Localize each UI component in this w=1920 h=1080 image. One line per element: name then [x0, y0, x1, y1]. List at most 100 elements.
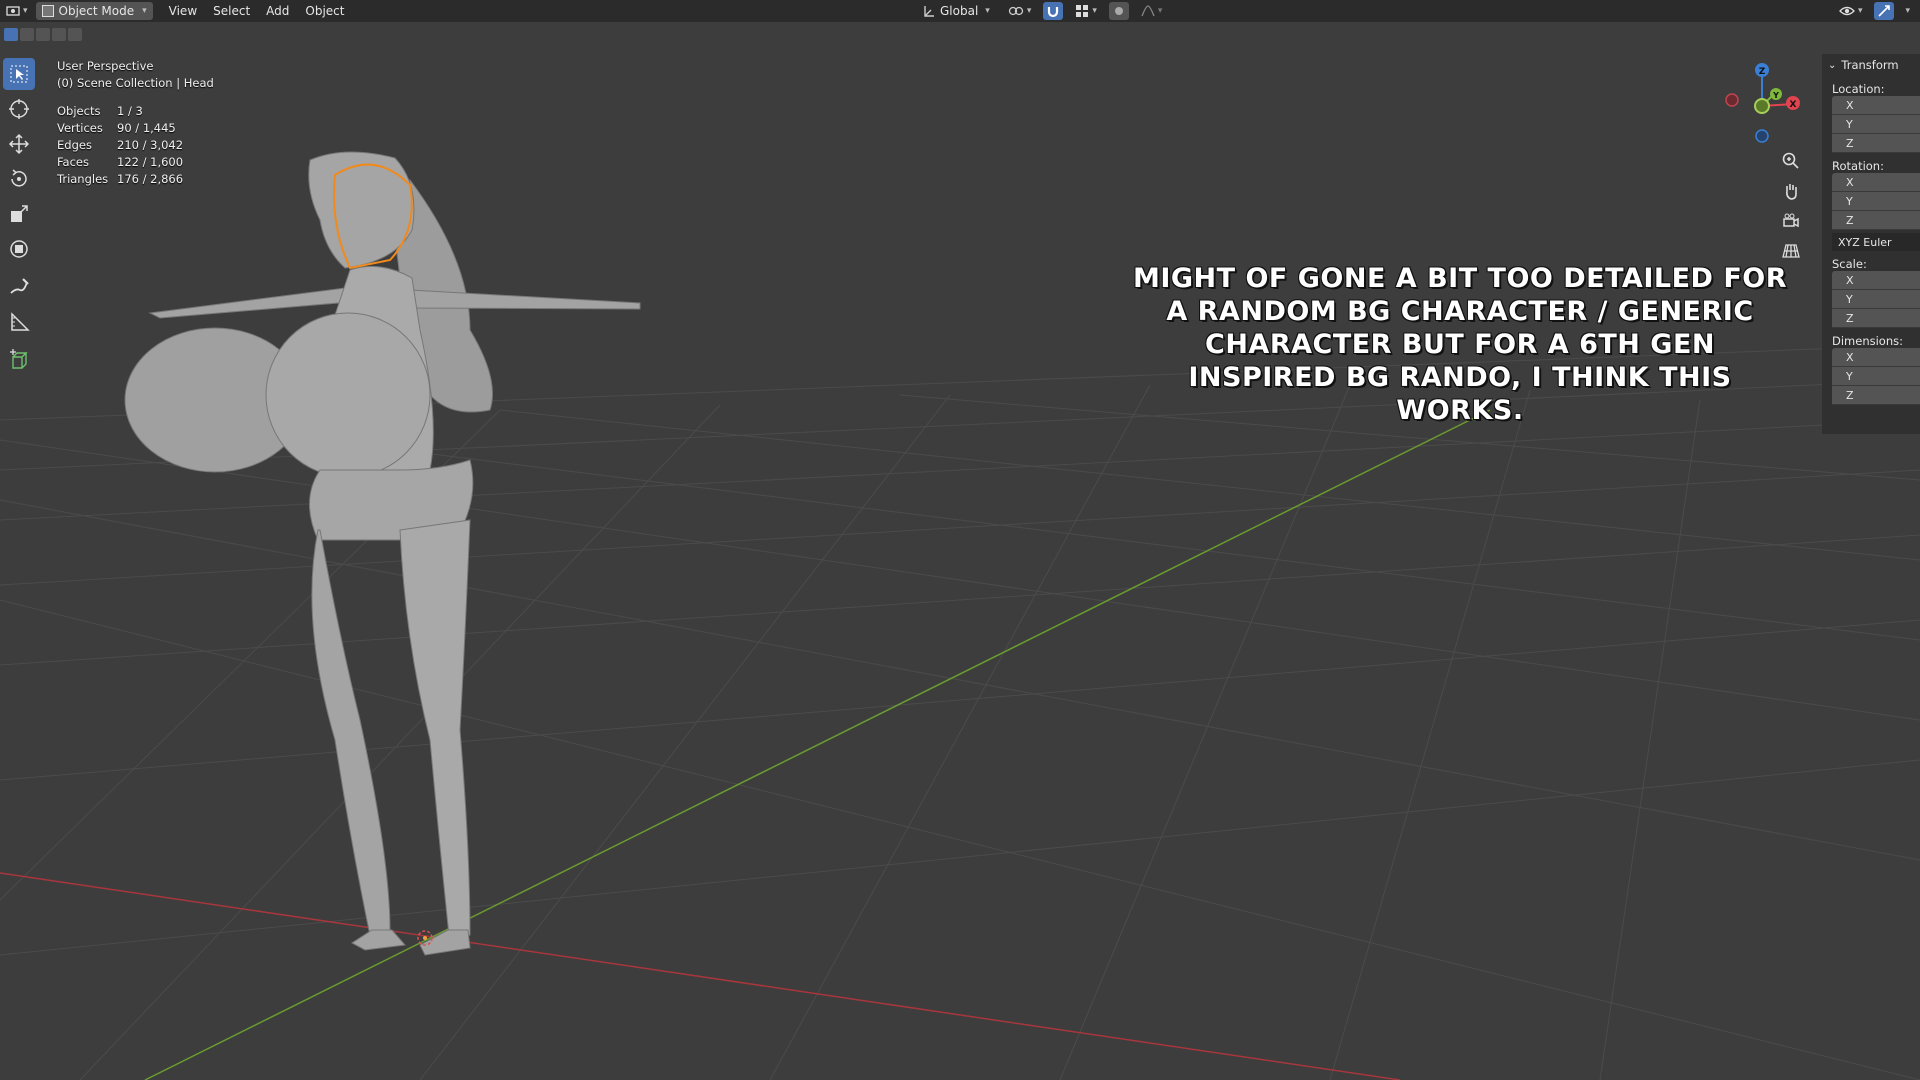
- scale-icon: [11, 205, 28, 222]
- snap-toggle[interactable]: [1043, 2, 1064, 20]
- snap-grid-icon: [1076, 5, 1089, 17]
- dimensions-z-field[interactable]: Z: [1832, 386, 1920, 405]
- orientation-icon: [924, 6, 934, 17]
- viewport-nav-buttons: [1778, 148, 1804, 268]
- dimensions-y-field[interactable]: Y: [1832, 367, 1920, 386]
- stat-row: Objects 1 / 3: [57, 104, 143, 118]
- location-z-field[interactable]: Z: [1832, 134, 1920, 153]
- gizmo-toggle[interactable]: [1874, 2, 1895, 20]
- navigation-gizmo[interactable]: Z X Y: [1716, 58, 1816, 144]
- viewport-info: User Perspective (0) Scene Collection | …: [57, 58, 214, 92]
- tool-transform[interactable]: [3, 233, 35, 265]
- tool-scale[interactable]: [3, 198, 35, 230]
- pivot-icon: [1008, 6, 1023, 16]
- tool-rotate[interactable]: [3, 163, 35, 195]
- hand-icon: [1786, 184, 1797, 200]
- perspective-toggle-button[interactable]: [1778, 238, 1804, 264]
- transform-panel: ⌄ Transform Location: X Y Z Rotation: X …: [1822, 54, 1920, 434]
- dimensions-label: Dimensions:: [1832, 334, 1903, 348]
- chevron-down-icon: ▾: [1026, 6, 1032, 16]
- chevron-down-icon: ⌄: [1828, 59, 1837, 71]
- zoom-button[interactable]: [1778, 148, 1804, 174]
- select-subtract-button[interactable]: [36, 28, 50, 41]
- rotate-icon: [11, 169, 27, 187]
- proportional-edit-icon: [1114, 7, 1123, 15]
- location-y-field[interactable]: Y: [1832, 115, 1920, 134]
- header-center-tools: Global ▾ ▾ ▾ ▾: [916, 2, 1168, 20]
- magnet-icon: [1048, 7, 1059, 18]
- annotate-icon: [10, 278, 29, 294]
- chevron-down-icon: ▾: [985, 6, 990, 16]
- active-collection: (0) Scene Collection | Head: [57, 76, 214, 90]
- editor-type-button[interactable]: ▾: [0, 2, 32, 20]
- scale-x-field[interactable]: X: [1832, 271, 1920, 290]
- snap-target-dropdown[interactable]: ▾: [1069, 2, 1103, 20]
- tool-measure[interactable]: [3, 306, 35, 338]
- stat-row: Triangles 176 / 2,866: [57, 172, 184, 186]
- proportional-edit-toggle[interactable]: [1108, 2, 1129, 20]
- blender-window: ▾ Object Mode ▾ View Select Add Object G…: [0, 0, 1920, 1080]
- rotation-mode-select[interactable]: XYZ Euler: [1832, 233, 1920, 251]
- gizmo-x-label: X: [1790, 100, 1797, 110]
- chevron-down-icon: ▾: [1092, 6, 1097, 16]
- mode-selector[interactable]: Object Mode ▾: [35, 2, 153, 20]
- header-right-tools: ▾ ▾: [1833, 2, 1912, 20]
- rotation-x-field[interactable]: X: [1832, 173, 1920, 192]
- chevron-down-icon: ▾: [1157, 6, 1163, 16]
- tool-select-box[interactable]: [3, 58, 35, 90]
- gizmo-dropdown[interactable]: ▾: [1900, 2, 1912, 20]
- zoom-icon: [1782, 152, 1799, 169]
- menu-object[interactable]: Object: [297, 2, 352, 20]
- menu-add[interactable]: Add: [258, 2, 297, 20]
- camera-view-button[interactable]: [1778, 208, 1804, 234]
- transform-icon: [10, 240, 28, 258]
- falloff-curve-icon: [1141, 5, 1155, 17]
- viewport-canvas[interactable]: [0, 0, 1920, 1080]
- pivot-dropdown[interactable]: ▾: [1002, 2, 1038, 20]
- scale-z-field[interactable]: Z: [1832, 309, 1920, 328]
- tool-add-cube[interactable]: [3, 344, 35, 376]
- select-invert-button[interactable]: [52, 28, 66, 41]
- chevron-down-icon: ▾: [1905, 6, 1910, 16]
- scene-statistics: Objects 1 / 3 Vertices 90 / 1,445 Edges 210…: [57, 104, 183, 189]
- add-cube-icon: [10, 349, 28, 369]
- select-new-button[interactable]: [4, 28, 18, 41]
- rotation-z-field[interactable]: Z: [1832, 211, 1920, 230]
- orientation-label: Global: [940, 4, 979, 18]
- header-bar: ▾ Object Mode ▾ View Select Add Object G…: [0, 0, 1920, 22]
- chevron-down-icon: ▾: [142, 6, 147, 16]
- falloff-dropdown[interactable]: ▾: [1135, 2, 1169, 20]
- camera-icon: [1783, 213, 1799, 228]
- select-intersect-button[interactable]: [68, 28, 82, 41]
- mode-label: Object Mode: [58, 4, 135, 18]
- transform-panel-header[interactable]: ⌄ Transform: [1822, 54, 1920, 76]
- dimensions-x-field[interactable]: X: [1832, 348, 1920, 367]
- eye-icon: [1839, 6, 1855, 16]
- gizmo-icon: [1878, 5, 1891, 17]
- tool-shelf: [3, 58, 39, 379]
- select-box-icon: [10, 65, 28, 83]
- tool-annotate[interactable]: [3, 271, 35, 303]
- grid-icon: [1782, 244, 1800, 258]
- caption-text: Might of gone a bit too detailed for a r…: [1132, 263, 1788, 426]
- transform-orientation-dropdown[interactable]: Global ▾: [916, 2, 996, 20]
- menu-view[interactable]: View: [161, 2, 205, 20]
- tool-cursor[interactable]: [3, 93, 35, 125]
- scale-label: Scale:: [1832, 257, 1867, 271]
- stat-row: Edges 210 / 3,042: [57, 138, 184, 152]
- gizmo-y-label: Y: [1772, 91, 1779, 100]
- visibility-dropdown[interactable]: ▾: [1833, 2, 1869, 20]
- select-extend-button[interactable]: [20, 28, 34, 41]
- move-icon: [8, 133, 30, 155]
- location-label: Location:: [1832, 82, 1885, 96]
- rotation-y-field[interactable]: Y: [1832, 192, 1920, 211]
- object-mode-icon: [41, 5, 54, 17]
- menu-select[interactable]: Select: [205, 2, 258, 20]
- view-name: User Perspective: [57, 59, 154, 73]
- gizmo-z-label: Z: [1759, 67, 1766, 77]
- scale-y-field[interactable]: Y: [1832, 290, 1920, 309]
- tool-move[interactable]: [3, 128, 35, 160]
- pan-button[interactable]: [1778, 178, 1804, 204]
- location-x-field[interactable]: X: [1832, 96, 1920, 115]
- transform-panel-title: Transform: [1841, 58, 1899, 72]
